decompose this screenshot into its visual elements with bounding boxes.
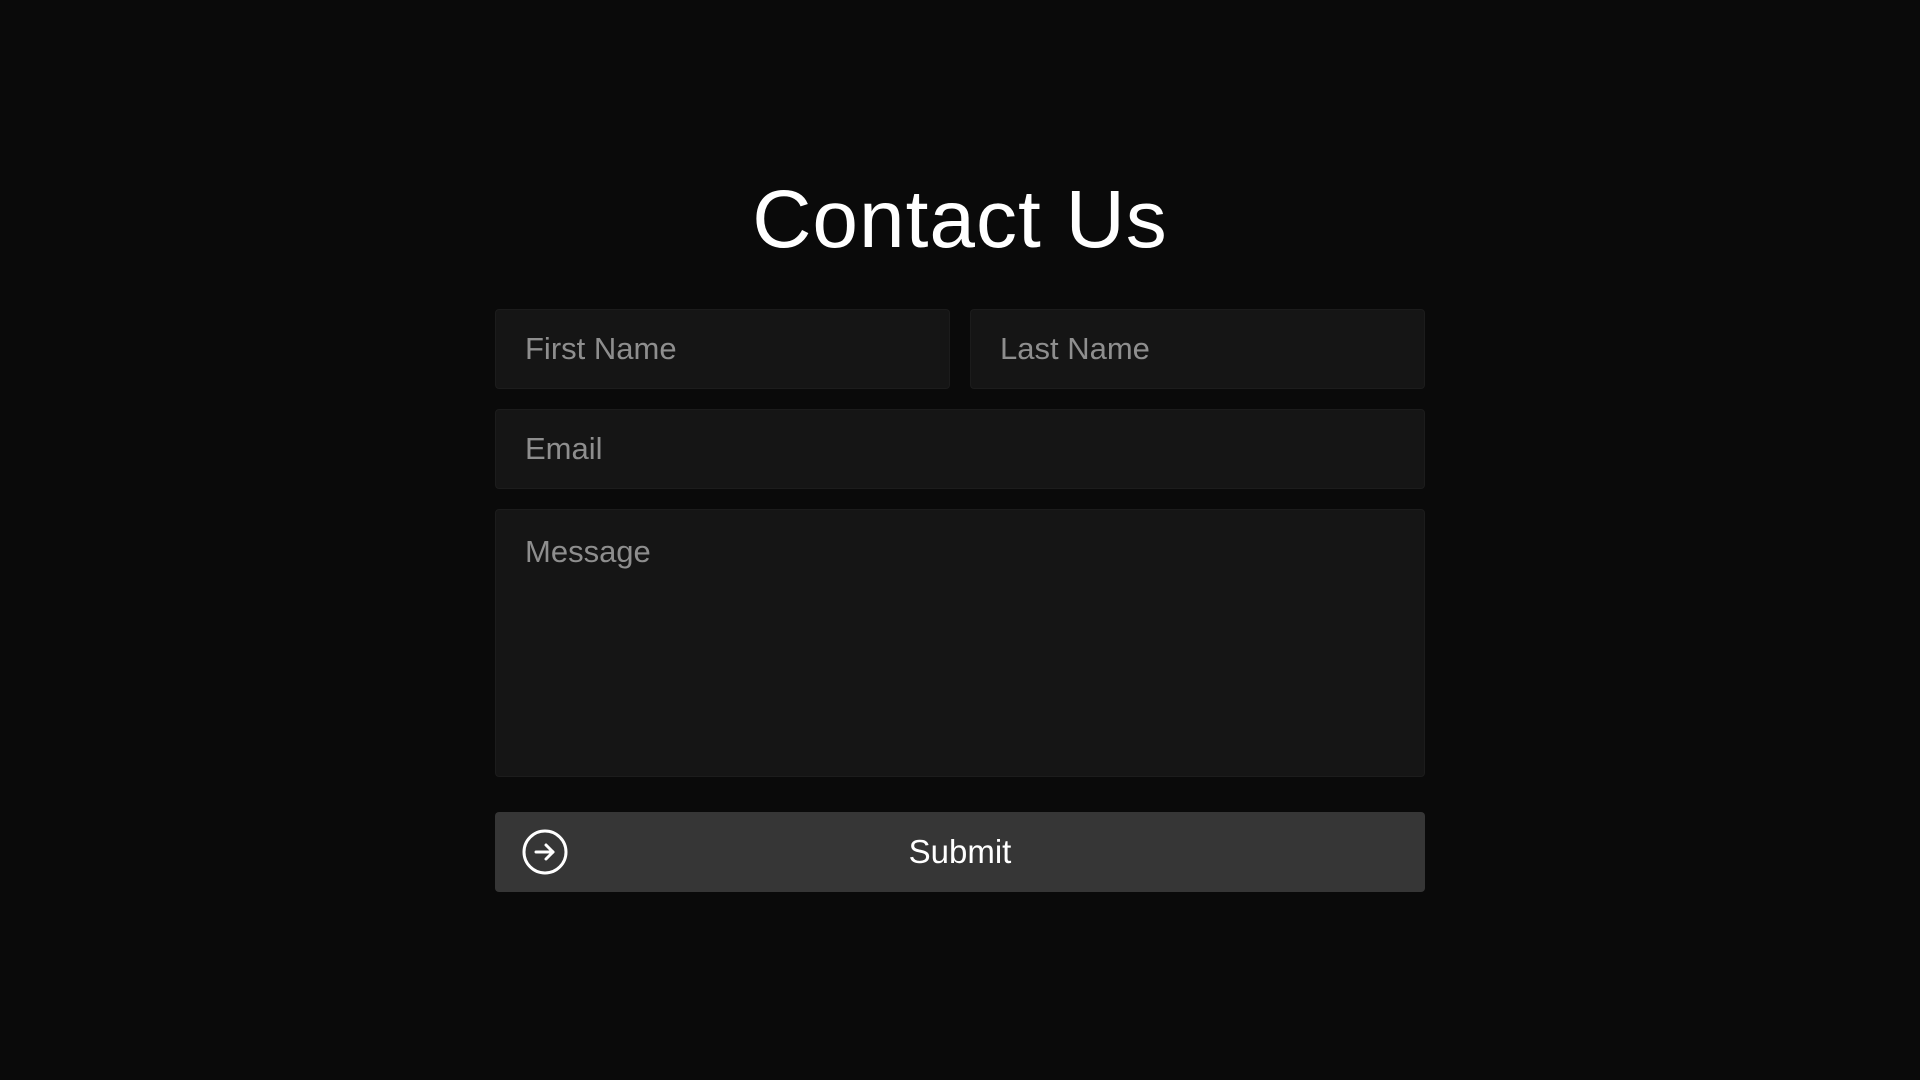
- submit-button[interactable]: Submit: [495, 812, 1425, 892]
- contact-page: Contact Us Submit: [0, 0, 1920, 1080]
- last-name-input[interactable]: [970, 309, 1425, 389]
- message-textarea[interactable]: [495, 509, 1425, 777]
- page-title: Contact Us: [752, 174, 1168, 265]
- submit-button-label: Submit: [908, 833, 1012, 870]
- first-name-input[interactable]: [495, 309, 950, 389]
- email-input[interactable]: [495, 409, 1425, 489]
